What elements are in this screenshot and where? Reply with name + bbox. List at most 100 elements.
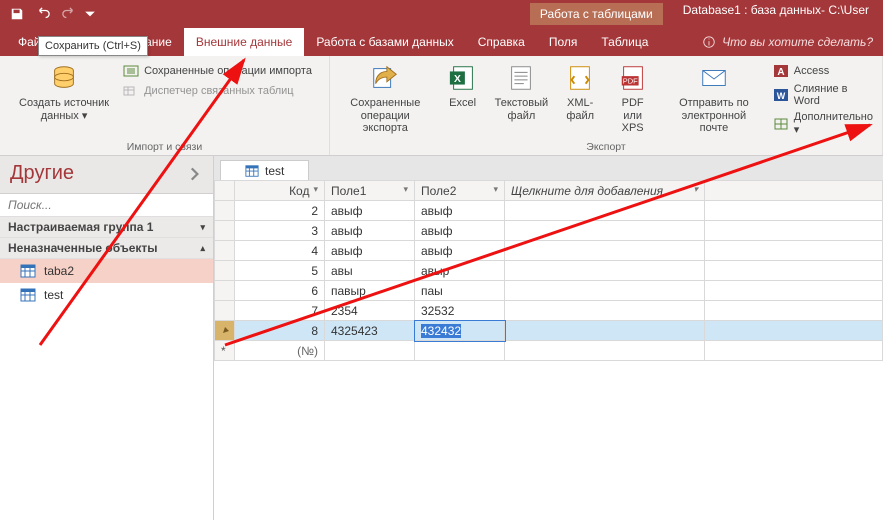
export-word-merge-button[interactable]: W Слияние в Word — [771, 82, 876, 108]
excel-icon: X — [447, 62, 479, 94]
chevron-down-icon[interactable]: ▾ — [493, 184, 498, 195]
export-pdf-button[interactable]: PDF PDF или XPS — [608, 60, 657, 137]
row-header[interactable] — [215, 201, 235, 221]
datasheet[interactable]: Код▾ Поле1▾ Поле2▾ Щелкните для добавлен… — [214, 180, 883, 520]
undo-icon[interactable] — [32, 3, 54, 25]
export-excel-button[interactable]: X Excel — [443, 60, 483, 112]
cell-field2[interactable]: авыф — [415, 201, 505, 221]
collapse-icon[interactable] — [185, 165, 203, 183]
saved-exports-button[interactable]: Сохраненные операции экспорта — [336, 60, 435, 137]
export-email-button[interactable]: Отправить по электронной почте — [665, 60, 763, 137]
table-row[interactable]: 2авыфавыф — [215, 201, 883, 221]
tab-external-data[interactable]: Внешние данные — [184, 28, 305, 56]
document-tab-label: test — [265, 164, 284, 178]
cell-empty[interactable] — [505, 221, 705, 241]
cell-field1[interactable]: авы — [325, 261, 415, 281]
new-data-source-button[interactable]: Создать источник данных ▾ — [15, 60, 113, 124]
cell-field1[interactable]: авыф — [325, 221, 415, 241]
export-more-button[interactable]: Дополнительно ▾ — [771, 110, 876, 137]
new-data-source-label: Создать источник данных ▾ — [19, 97, 109, 122]
cell-empty[interactable] — [505, 261, 705, 281]
cell-id[interactable]: 6 — [235, 281, 325, 301]
table-row[interactable]: 5авыавыр — [215, 261, 883, 281]
nav-item-taba2[interactable]: taba2 — [0, 259, 213, 283]
table-row[interactable]: 7235432532 — [215, 301, 883, 321]
export-access-button[interactable]: A Access — [771, 62, 876, 80]
tab-database-tools[interactable]: Работа с базами данных — [304, 28, 465, 56]
data-table[interactable]: Код▾ Поле1▾ Поле2▾ Щелкните для добавлен… — [214, 180, 883, 361]
row-header[interactable] — [215, 281, 235, 301]
row-header[interactable] — [215, 241, 235, 261]
chevron-down-icon[interactable]: ▾ — [313, 184, 318, 195]
select-all-cell[interactable] — [215, 181, 235, 201]
title-bar: Работа с таблицами Database1 : база данн… — [0, 0, 883, 28]
column-header-field2[interactable]: Поле2▾ — [415, 181, 505, 201]
cell-empty[interactable] — [505, 201, 705, 221]
cell-id[interactable]: 7 — [235, 301, 325, 321]
table-row[interactable]: 84325423432432 — [215, 321, 883, 341]
new-row[interactable]: *(№) — [215, 341, 883, 361]
cell-id[interactable]: 4 — [235, 241, 325, 261]
cell-field2[interactable]: авыф — [415, 221, 505, 241]
nav-search-box[interactable] — [0, 194, 213, 217]
qat-customize-icon[interactable] — [84, 3, 96, 25]
nav-pane-header[interactable]: Другие — [0, 156, 213, 194]
cell-empty[interactable] — [505, 321, 705, 341]
redo-icon[interactable] — [58, 3, 80, 25]
cell-empty[interactable] — [505, 281, 705, 301]
export-xml-button[interactable]: XML- файл — [560, 60, 600, 124]
row-header[interactable] — [215, 321, 235, 341]
row-header[interactable]: * — [215, 341, 235, 361]
row-header[interactable] — [215, 301, 235, 321]
nav-search-input[interactable] — [6, 197, 207, 213]
column-header-add[interactable]: Щелкните для добавления▾ — [505, 181, 705, 201]
cell-field1[interactable]: 2354 — [325, 301, 415, 321]
linked-table-manager-button[interactable]: Диспетчер связанных таблиц — [121, 82, 314, 100]
column-header-id[interactable]: Код▾ — [235, 181, 325, 201]
tab-table[interactable]: Таблица — [589, 28, 660, 56]
chevron-down-icon[interactable]: ▾ — [693, 184, 698, 195]
navigation-pane: Другие Настраиваемая группа 1 ▾ Неназнач… — [0, 156, 214, 520]
cell-field1[interactable] — [325, 341, 415, 361]
row-header[interactable] — [215, 261, 235, 281]
cell-spacer — [705, 281, 883, 301]
cell-field2[interactable]: паы — [415, 281, 505, 301]
cell-field2[interactable]: 432432 — [415, 321, 505, 341]
export-text-button[interactable]: Текстовый файл — [491, 60, 553, 124]
nav-item-test[interactable]: test — [0, 283, 213, 307]
table-row[interactable]: 4авыфавыф — [215, 241, 883, 261]
tab-file[interactable]: Файл — [6, 28, 36, 56]
cell-id[interactable]: 8 — [235, 321, 325, 341]
cell-id[interactable]: 5 — [235, 261, 325, 281]
cell-spacer — [705, 261, 883, 281]
cell-id[interactable]: (№) — [235, 341, 325, 361]
save-icon[interactable] — [6, 3, 28, 25]
export-more-label: Дополнительно ▾ — [794, 111, 874, 136]
nav-group-unassigned[interactable]: Неназначенные объекты ▴ — [0, 238, 213, 259]
cell-field1[interactable]: 4325423 — [325, 321, 415, 341]
column-header-field1[interactable]: Поле1▾ — [325, 181, 415, 201]
cell-empty[interactable] — [505, 301, 705, 321]
saved-imports-button[interactable]: Сохраненные операции импорта — [121, 62, 314, 80]
cell-field2[interactable]: 32532 — [415, 301, 505, 321]
cell-id[interactable]: 2 — [235, 201, 325, 221]
cell-empty[interactable] — [505, 241, 705, 261]
cell-field1[interactable]: авыф — [325, 201, 415, 221]
cell-empty[interactable] — [505, 341, 705, 361]
cell-field2[interactable]: авыф — [415, 241, 505, 261]
cell-field2[interactable] — [415, 341, 505, 361]
cell-field2[interactable]: авыр — [415, 261, 505, 281]
cell-field1[interactable]: павыр — [325, 281, 415, 301]
tab-help[interactable]: Справка — [466, 28, 537, 56]
chevron-down-icon[interactable]: ▾ — [403, 184, 408, 195]
document-tab-test[interactable]: test — [220, 160, 309, 181]
table-row[interactable]: 6павырпаы — [215, 281, 883, 301]
saved-exports-icon — [369, 62, 401, 94]
tell-me-box[interactable]: Что вы хотите сделать? — [702, 28, 883, 56]
cell-id[interactable]: 3 — [235, 221, 325, 241]
cell-field1[interactable]: авыф — [325, 241, 415, 261]
row-header[interactable] — [215, 221, 235, 241]
nav-group-custom[interactable]: Настраиваемая группа 1 ▾ — [0, 217, 213, 238]
tab-fields[interactable]: Поля — [537, 28, 590, 56]
table-row[interactable]: 3авыфавыф — [215, 221, 883, 241]
